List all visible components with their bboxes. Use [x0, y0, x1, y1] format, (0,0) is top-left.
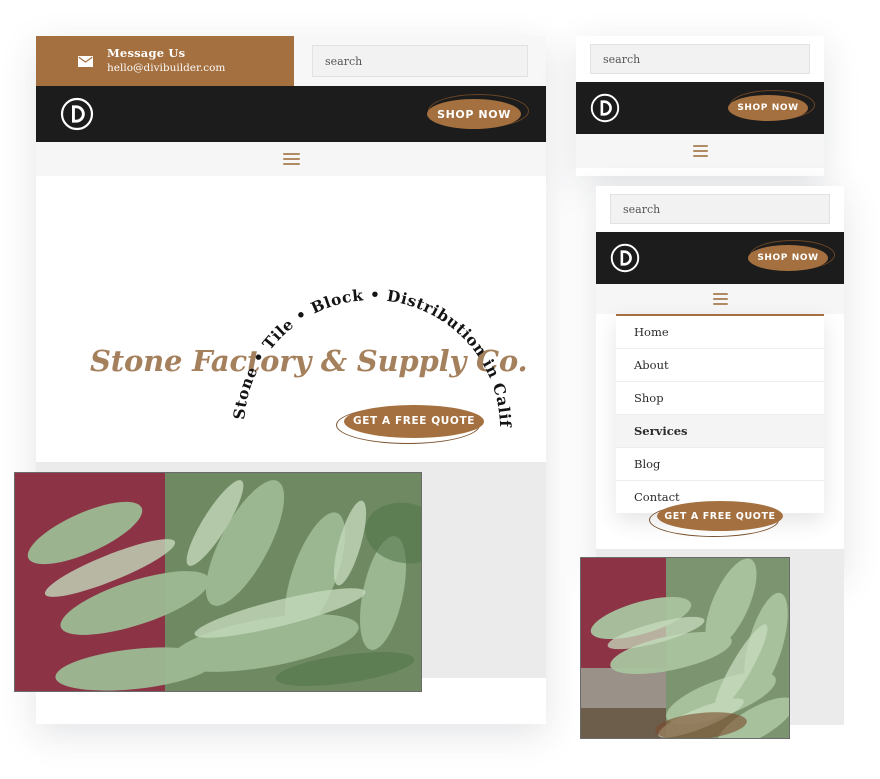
mobile-preview-panel-back: search SHOP NOW [576, 36, 824, 176]
message-us-block: Message Us hello@divibuilder.com [36, 36, 294, 86]
search-input[interactable]: search [610, 194, 830, 224]
get-a-free-quote-label: GET A FREE QUOTE [353, 415, 475, 427]
divi-logo[interactable] [590, 93, 620, 123]
get-a-free-quote-label: GET A FREE QUOTE [664, 510, 776, 522]
hero-photo-art [15, 473, 421, 691]
divi-logo[interactable] [60, 97, 94, 131]
divi-logo[interactable] [610, 243, 640, 273]
mobile-front-menubar [596, 284, 844, 314]
desktop-photo-band [14, 462, 546, 692]
desktop-hero-section: Stone • Tile • Block • Distribution in C… [14, 176, 546, 692]
mobile-hero-photo [580, 557, 790, 739]
search-placeholder: search [325, 54, 363, 68]
mobile-front-topbar: search [596, 186, 844, 232]
shop-now-label: SHOP NOW [437, 107, 511, 121]
shop-now-button[interactable]: SHOP NOW [424, 94, 529, 131]
search-input[interactable]: search [590, 44, 810, 74]
desktop-search-area: search [294, 36, 546, 86]
hamburger-icon[interactable] [692, 144, 708, 158]
search-input[interactable]: search [312, 45, 528, 77]
desktop-menubar [36, 142, 546, 176]
nav-item-home[interactable]: Home [616, 316, 824, 349]
hamburger-icon[interactable] [712, 292, 728, 306]
envelope-icon [78, 55, 93, 67]
message-us-email: hello@divibuilder.com [107, 62, 226, 75]
mobile-front-navbar: SHOP NOW [596, 232, 844, 284]
mobile-front-search-area: search [596, 186, 844, 232]
nav-item-shop[interactable]: Shop [616, 382, 824, 415]
mobile-back-menubar [576, 134, 824, 168]
search-placeholder: search [603, 52, 641, 66]
mobile-back-navbar: SHOP NOW [576, 82, 824, 134]
search-placeholder: search [623, 202, 661, 216]
mobile-nav-dropdown: Home About Shop Services Blog Contact [616, 314, 824, 513]
hamburger-icon[interactable] [282, 152, 300, 166]
mobile-preview-panel-front: search SHOP NOW Home About Shop Services… [580, 186, 844, 739]
nav-item-blog[interactable]: Blog [616, 448, 824, 481]
nav-item-services[interactable]: Services [616, 415, 824, 448]
nav-item-about[interactable]: About [616, 349, 824, 382]
desktop-topbar: Message Us hello@divibuilder.com search [36, 36, 546, 86]
shop-now-button[interactable]: SHOP NOW [726, 90, 815, 123]
mobile-back-topbar: search [576, 36, 824, 82]
shop-now-label: SHOP NOW [737, 103, 799, 113]
shop-now-label: SHOP NOW [757, 253, 819, 263]
message-us-title: Message Us [107, 45, 186, 60]
get-a-free-quote-button[interactable]: GET A FREE QUOTE [336, 402, 486, 444]
get-a-free-quote-button[interactable]: GET A FREE QUOTE [649, 499, 785, 537]
desktop-preview-panel: Message Us hello@divibuilder.com search … [14, 36, 546, 724]
hero-photo [14, 472, 422, 692]
shop-now-button[interactable]: SHOP NOW [746, 240, 835, 273]
mobile-cta-row: GET A FREE QUOTE [596, 499, 844, 537]
mobile-photo-band [580, 549, 844, 739]
mobile-back-search-area: search [576, 36, 824, 82]
page-title: Stone Factory & Supply Co. [90, 344, 528, 378]
desktop-cta-row: GET A FREE QUOTE [36, 378, 546, 444]
screenshot-stage: Message Us hello@divibuilder.com search … [0, 0, 880, 779]
desktop-navbar: SHOP NOW [36, 86, 546, 142]
mobile-hero-photo-art [581, 558, 789, 738]
